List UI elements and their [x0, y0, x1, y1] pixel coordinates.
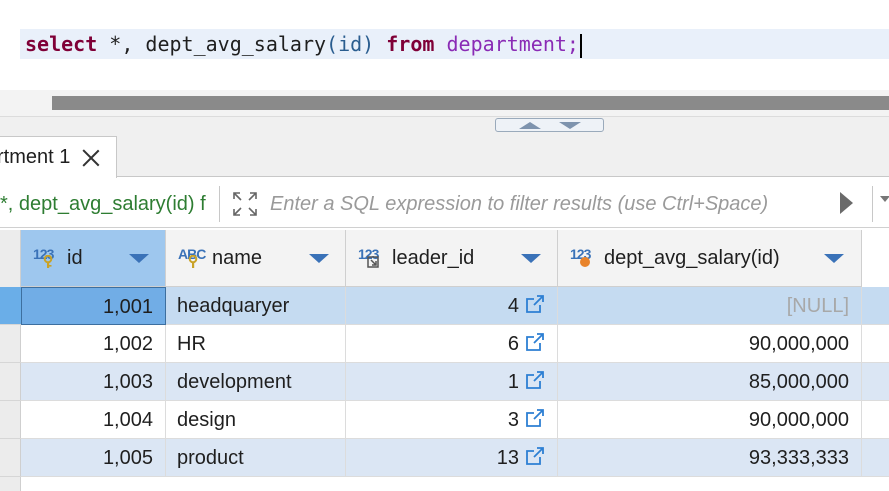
row-header[interactable]: [0, 363, 21, 401]
run-filter-icon[interactable]: [840, 192, 853, 214]
foreign-key-icon: [367, 256, 379, 268]
results-grid[interactable]: 123 id ABC name 123 leader_id 123 dept_a…: [0, 230, 889, 491]
leader-id-value: 3: [507, 409, 519, 431]
sort-arrow-icon[interactable]: [521, 254, 541, 263]
cell-leader-id[interactable]: 4: [346, 287, 558, 325]
text-caret: [579, 33, 582, 58]
table-row[interactable]: 1,004 design 3 90,000,000: [21, 401, 889, 439]
cell-leader-id[interactable]: 3: [346, 401, 558, 439]
cell-name[interactable]: headquaryer: [166, 287, 346, 325]
filter-divider: [219, 186, 220, 222]
link-icon[interactable]: [525, 294, 545, 314]
table-row[interactable]: 1,005 product 13 93,333,333: [21, 439, 889, 477]
horizontal-scrollbar-thumb[interactable]: [52, 96, 889, 110]
cell-leader-id[interactable]: 13: [346, 439, 558, 477]
cell-name[interactable]: development: [166, 363, 346, 401]
filter-input[interactable]: [270, 190, 830, 218]
column-header-dept-avg-salary[interactable]: 123 dept_avg_salary(id): [558, 230, 862, 287]
filter-divider-2: [872, 186, 873, 222]
type-badge-icon: 123: [358, 246, 388, 270]
row-header[interactable]: [0, 325, 21, 363]
sort-arrow-icon[interactable]: [824, 254, 844, 263]
link-icon[interactable]: [525, 446, 545, 466]
current-code-line[interactable]: select *, dept_avg_salary(id) from depar…: [20, 29, 889, 59]
table-row[interactable]: 1,002 HR 6 90,000,000: [21, 325, 889, 363]
cell-leader-id[interactable]: 6: [346, 325, 558, 363]
keyword-select: select: [25, 32, 98, 56]
results-tab-strip: [0, 134, 889, 177]
function-name: dept_avg_salary: [145, 32, 327, 56]
column-header-name[interactable]: ABC name: [166, 230, 346, 287]
panel-splitter[interactable]: [0, 116, 889, 134]
leader-id-value: 1: [507, 371, 519, 393]
expand-icon[interactable]: [230, 189, 260, 219]
cell-id[interactable]: 1,002: [21, 325, 166, 363]
key-icon: [43, 255, 53, 268]
table-row[interactable]: 1,001 headquaryer 4 [NULL]: [21, 287, 889, 325]
leader-id-value: 4: [507, 295, 519, 317]
sort-arrow-icon[interactable]: [129, 254, 149, 263]
cell-id[interactable]: 1,003: [21, 363, 166, 401]
row-header-column: [0, 230, 21, 491]
leader-id-value: 13: [496, 447, 519, 469]
row-header[interactable]: [0, 439, 21, 477]
column-header-label: id: [67, 246, 83, 269]
cell-dept-avg-salary[interactable]: 93,333,333: [558, 439, 862, 477]
leader-id-value: 6: [507, 333, 519, 355]
column-header-label: leader_id: [392, 246, 475, 269]
tab-results-label: rtment 1: [0, 146, 71, 168]
cell-dept-avg-salary[interactable]: 90,000,000: [558, 401, 862, 439]
column-header-leader-id[interactable]: 123 leader_id: [346, 230, 558, 287]
cell-name[interactable]: HR: [166, 325, 346, 363]
key-icon: [188, 255, 198, 268]
cell-leader-id[interactable]: 1: [346, 363, 558, 401]
function-arg: (id): [326, 32, 375, 56]
table-name: department;: [446, 32, 579, 56]
close-icon[interactable]: [82, 149, 100, 167]
column-header-label: name: [212, 246, 263, 269]
cell-id[interactable]: 1,005: [21, 439, 166, 477]
link-icon[interactable]: [525, 332, 545, 352]
type-badge-icon: ABC: [178, 246, 208, 270]
column-header-id[interactable]: 123 id: [21, 230, 166, 287]
cell-dept-avg-salary[interactable]: 90,000,000: [558, 325, 862, 363]
keyword-from: from: [386, 32, 435, 56]
cell-dept-avg-salary[interactable]: [NULL]: [558, 287, 862, 325]
cell-id[interactable]: 1,004: [21, 401, 166, 439]
link-icon[interactable]: [525, 408, 545, 428]
active-query-text: *, dept_avg_salary(id) f: [0, 193, 206, 215]
type-badge-icon: 123: [570, 246, 600, 270]
cell-name[interactable]: product: [166, 439, 346, 477]
cell-dept-avg-salary[interactable]: 85,000,000: [558, 363, 862, 401]
splitter-handle[interactable]: [495, 118, 604, 132]
row-header[interactable]: [0, 287, 21, 325]
tab-results[interactable]: rtment 1: [0, 136, 117, 178]
table-row[interactable]: 1,003 development 1 85,000,000: [21, 363, 889, 401]
sort-arrow-icon[interactable]: [309, 254, 329, 263]
row-header[interactable]: [0, 401, 21, 439]
sql-editor[interactable]: select *, dept_avg_salary(id) from depar…: [0, 0, 889, 90]
calculated-column-icon: [580, 257, 590, 267]
type-badge-icon: 123: [33, 246, 63, 270]
cell-id[interactable]: 1,001: [21, 287, 166, 325]
maximize-editor-icon[interactable]: [518, 121, 541, 129]
editor-gutter: [0, 0, 20, 90]
maximize-results-icon[interactable]: [558, 121, 581, 129]
select-list: *,: [97, 32, 146, 56]
filter-history-chevron-icon[interactable]: [880, 196, 889, 202]
column-header-label: dept_avg_salary(id): [604, 246, 780, 269]
link-icon[interactable]: [525, 370, 545, 390]
cell-name[interactable]: design: [166, 401, 346, 439]
